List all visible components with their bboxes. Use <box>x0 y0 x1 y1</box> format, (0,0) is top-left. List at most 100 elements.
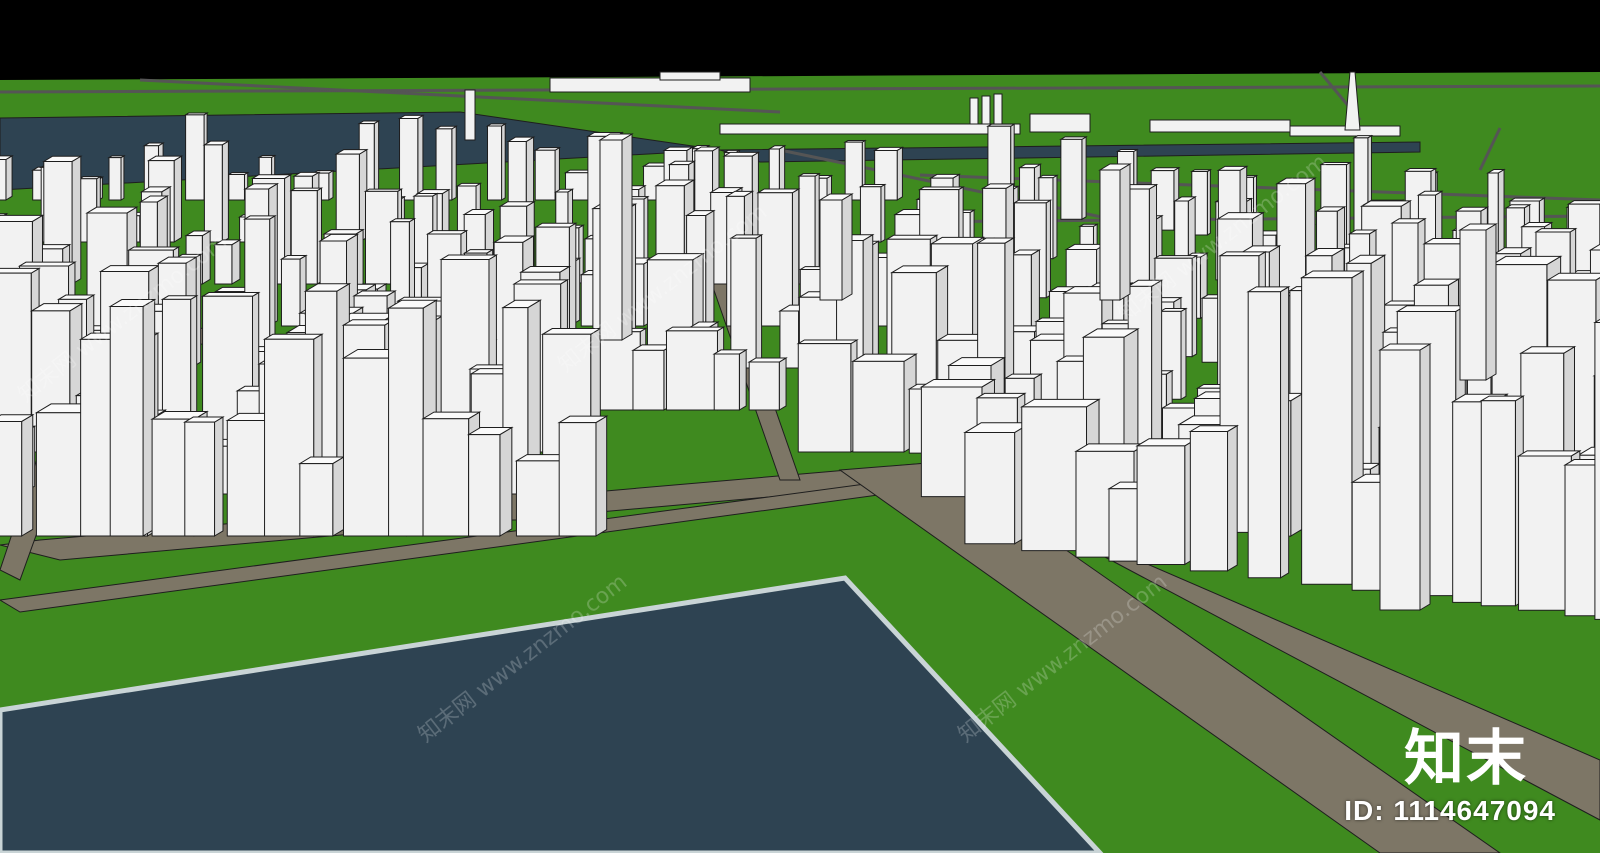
building-face <box>819 199 843 301</box>
building-face <box>599 139 623 341</box>
building-face <box>352 290 397 297</box>
building-face <box>1379 349 1421 611</box>
building-face <box>512 279 570 285</box>
building-face <box>540 328 603 335</box>
building-face <box>595 415 608 537</box>
building-face <box>214 244 233 285</box>
building-face <box>422 418 470 537</box>
building-face <box>184 421 216 537</box>
building-face <box>1003 373 1044 379</box>
building-face <box>796 339 859 345</box>
building-face <box>1218 251 1268 257</box>
building-face <box>1180 307 1187 401</box>
building-face <box>108 157 122 201</box>
building-face <box>5 154 13 201</box>
building-face <box>0 267 41 274</box>
building-face <box>1191 254 1198 358</box>
building-face <box>231 238 241 285</box>
building-face <box>421 411 482 420</box>
building-face <box>880 183 886 243</box>
building-face <box>1566 200 1600 205</box>
building-face <box>664 326 726 332</box>
building-face <box>1564 464 1598 617</box>
building-face <box>1119 163 1131 301</box>
building-face <box>425 230 469 235</box>
building-face <box>332 456 345 537</box>
building-face <box>328 169 334 201</box>
building-face <box>468 434 501 537</box>
building-face <box>859 186 882 243</box>
building-face <box>185 114 205 201</box>
building-face <box>262 333 324 340</box>
building-face <box>1594 322 1600 620</box>
building-face <box>228 174 245 201</box>
building-face <box>280 258 301 327</box>
building-face <box>632 349 665 411</box>
building-face <box>1060 138 1083 220</box>
building-face <box>417 114 424 201</box>
building-face <box>1480 400 1516 607</box>
building-face <box>221 140 229 243</box>
building-face <box>0 420 23 537</box>
building-face <box>730 237 757 369</box>
building-face <box>1246 286 1291 293</box>
building-face <box>705 209 715 327</box>
building-face <box>885 234 939 240</box>
building-face <box>1485 223 1497 381</box>
building-face <box>1479 395 1526 402</box>
building-face <box>1136 445 1186 565</box>
building-face <box>17 261 77 267</box>
building-face <box>844 141 863 201</box>
building-face <box>1099 169 1121 301</box>
building-face <box>462 249 495 254</box>
building-face <box>756 188 801 194</box>
building-face <box>975 392 1027 399</box>
building-face <box>919 378 997 388</box>
building-face <box>1247 291 1282 579</box>
building-face <box>852 360 905 453</box>
building-face <box>173 155 182 243</box>
building-face <box>755 234 763 369</box>
building-face <box>85 206 139 214</box>
building-face <box>1074 443 1149 452</box>
building-face <box>665 330 718 411</box>
building-face <box>439 254 499 261</box>
building-face <box>1459 229 1487 381</box>
building-face <box>757 192 793 327</box>
building-face <box>713 353 740 411</box>
building-face <box>896 146 903 201</box>
building-face <box>1280 285 1290 579</box>
building-face <box>1227 424 1238 572</box>
building-face <box>299 463 334 537</box>
building-face <box>373 120 380 201</box>
building-face <box>797 343 852 453</box>
building-face <box>160 295 199 300</box>
building-face <box>1516 450 1582 457</box>
building-face <box>1518 455 1572 611</box>
building-face <box>335 153 360 243</box>
building-face <box>1052 174 1058 260</box>
building-face <box>712 349 748 355</box>
building-face <box>1419 343 1431 611</box>
building-face <box>487 125 503 201</box>
building-face <box>964 432 1016 545</box>
building-face <box>1301 277 1353 585</box>
building-face <box>738 349 747 411</box>
building-face <box>1189 430 1229 572</box>
building-face <box>1081 135 1087 221</box>
building-face <box>558 422 597 537</box>
building-face <box>1395 305 1468 313</box>
building-face <box>21 413 34 537</box>
building-face <box>1019 398 1101 408</box>
building-face <box>109 305 144 537</box>
building-face <box>1359 200 1413 207</box>
city-model-viewport[interactable] <box>0 0 1600 853</box>
building-face <box>201 230 211 285</box>
building-face <box>645 253 705 261</box>
building-face <box>250 174 293 179</box>
building-face <box>1299 270 1365 279</box>
building-face <box>534 222 578 228</box>
building-face <box>621 133 633 341</box>
building-face <box>341 319 396 326</box>
building-face <box>747 357 788 363</box>
